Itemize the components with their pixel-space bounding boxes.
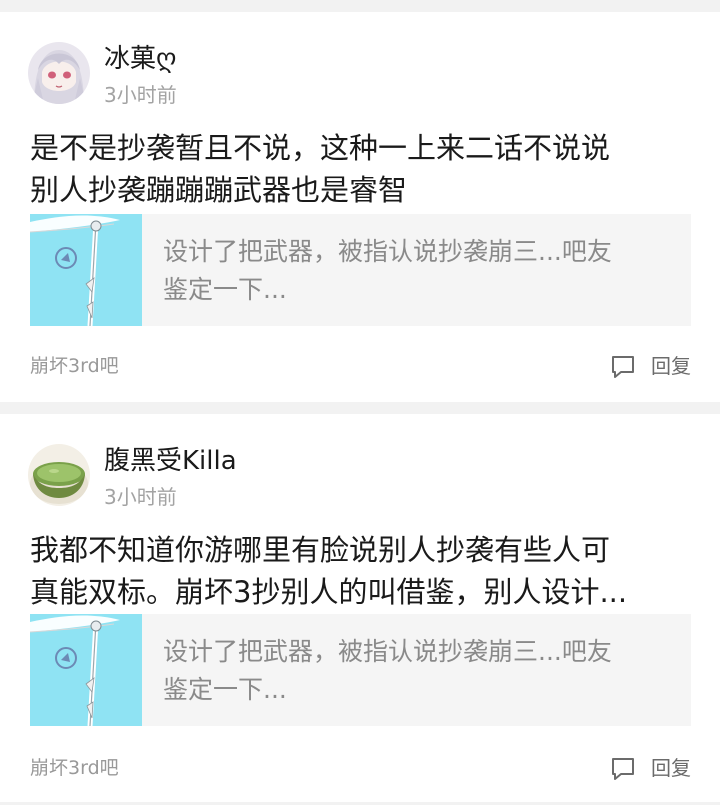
post-content[interactable]: 我都不知道你游哪里有脸说别人抄袭有些人可 真能双标。崩坏3抄别人的叫借鉴，别人设… <box>30 529 692 613</box>
post-content-line: 真能双标。崩坏3抄别人的叫借鉴，别人设计... <box>30 575 628 609</box>
reply-label: 回复 <box>651 756 691 780</box>
comment-icon <box>612 758 634 780</box>
reply-button[interactable]: 回复 <box>609 753 691 783</box>
quoted-thread-title: 设计了把武器，被指认说抄袭崩三...吧友 鉴定一下... <box>163 233 673 309</box>
quoted-thread[interactable]: 设计了把武器，被指认说抄袭崩三...吧友 鉴定一下... <box>30 614 691 726</box>
comment-icon <box>612 356 634 378</box>
forum-link[interactable]: 崩坏3rd吧 <box>30 354 119 378</box>
quoted-thread-line: 设计了把武器，被指认说抄袭崩三...吧友 <box>163 637 612 666</box>
forum-link[interactable]: 崩坏3rd吧 <box>30 756 119 780</box>
user-avatar[interactable] <box>28 42 90 104</box>
post-card[interactable]: 腹黑受Killa 3小时前 我都不知道你游哪里有脸说别人抄袭有些人可 真能双标。… <box>0 414 720 802</box>
username[interactable]: 腹黑受Killa <box>104 445 237 477</box>
username[interactable]: 冰菓ღ <box>104 43 176 75</box>
post-time: 3小时前 <box>104 83 177 107</box>
quoted-thread-line: 鉴定一下... <box>163 675 287 704</box>
quoted-thread-title: 设计了把武器，被指认说抄袭崩三...吧友 鉴定一下... <box>163 633 673 709</box>
reply-button[interactable]: 回复 <box>609 351 691 381</box>
weapon-thumbnail <box>30 214 142 326</box>
quoted-thread[interactable]: 设计了把武器，被指认说抄袭崩三...吧友 鉴定一下... <box>30 214 691 326</box>
post-content-line: 别人抄袭蹦蹦蹦武器也是睿智 <box>30 173 408 207</box>
user-avatar[interactable] <box>28 444 90 506</box>
quoted-thread-line: 设计了把武器，被指认说抄袭崩三...吧友 <box>163 237 612 266</box>
post-content[interactable]: 是不是抄袭暂且不说，这种一上来二话不说说 别人抄袭蹦蹦蹦武器也是睿智 <box>30 127 692 211</box>
quoted-thread-line: 鉴定一下... <box>163 275 287 304</box>
post-card[interactable]: 冰菓ღ 3小时前 是不是抄袭暂且不说，这种一上来二话不说说 别人抄袭蹦蹦蹦武器也… <box>0 12 720 402</box>
reply-label: 回复 <box>651 354 691 378</box>
post-time: 3小时前 <box>104 485 177 509</box>
weapon-thumbnail <box>30 614 142 726</box>
post-content-line: 是不是抄袭暂且不说，这种一上来二话不说说 <box>30 131 611 165</box>
post-content-line: 我都不知道你游哪里有脸说别人抄袭有些人可 <box>30 533 611 567</box>
